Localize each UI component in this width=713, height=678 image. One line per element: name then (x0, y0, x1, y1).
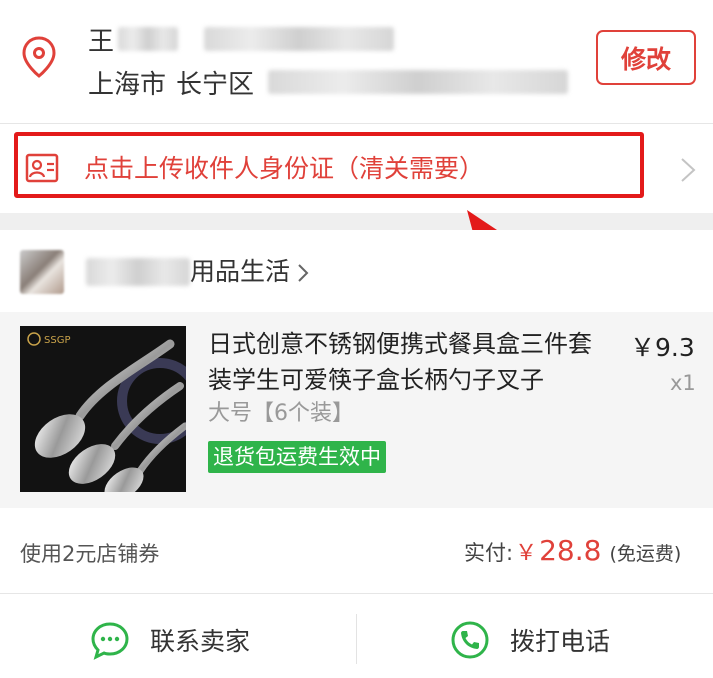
product-image[interactable]: SSGP (20, 326, 186, 492)
product-title[interactable]: 日式创意不锈钢便携式餐具盒三件套装学生可爱筷子盒长柄勺子叉子 (208, 326, 598, 398)
chevron-right-icon (298, 264, 309, 282)
contact-seller-label: 联系卖家 (150, 627, 251, 656)
id-card-icon (25, 153, 59, 183)
id-upload-label[interactable]: 点击上传收件人身份证（清关需要） (84, 151, 484, 187)
product-quantity: x1 (670, 371, 696, 395)
address-detail-blurred (268, 70, 569, 94)
contact-seller-button[interactable]: 联系卖家 (90, 605, 250, 675)
store-name-blurred (86, 258, 190, 286)
spoons-illustration: SSGP (20, 326, 186, 492)
product-brand-logo: SSGP (44, 335, 70, 346)
store-name[interactable]: 用品生活 (190, 254, 290, 290)
chevron-right-icon (681, 158, 696, 182)
product-spec: 大号【6个装】 (208, 401, 354, 426)
recipient-name-blurred (118, 27, 179, 51)
call-phone-label: 拨打电话 (510, 627, 611, 656)
action-divider (356, 614, 357, 664)
recipient-name: 王 (88, 20, 395, 58)
phone-icon (451, 621, 489, 659)
pay-currency: ￥ (515, 541, 538, 566)
pay-amount: 28.8 (539, 534, 602, 567)
actual-payment: 实付: ￥ 28.8 (免运费) (464, 534, 681, 572)
recipient-phone-blurred (204, 27, 395, 51)
product-price: ￥9.3 (630, 333, 695, 362)
store-avatar (20, 250, 64, 294)
store-coupon-label: 使用2元店铺券 (20, 542, 160, 566)
return-shipping-badge: 退货包运费生效中 (208, 441, 386, 473)
chat-icon (91, 622, 129, 660)
modify-address-button[interactable]: 修改 (596, 30, 696, 85)
address-district: 长宁区 (176, 69, 255, 100)
call-phone-button[interactable]: 拨打电话 (450, 605, 610, 675)
recipient-address: 上海市 长宁区 (88, 64, 569, 100)
address-city: 上海市 (88, 69, 167, 100)
shipping-note: (免运费) (609, 543, 682, 565)
location-pin-icon (22, 36, 56, 78)
pay-label: 实付: (464, 541, 514, 565)
recipient-name-text: 王 (88, 26, 115, 57)
